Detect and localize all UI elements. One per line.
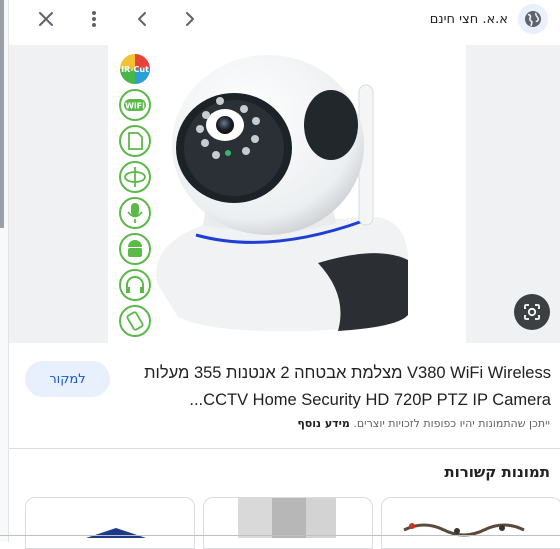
result-title[interactable]: V380 WiFi Wireless מצלמת אבטחה 2 אנטנות … <box>118 360 551 414</box>
chevron-right-icon <box>186 12 194 26</box>
wifi-icon: WiFi <box>119 89 151 121</box>
headphones-icon <box>119 269 151 301</box>
more-vert-icon <box>92 11 96 27</box>
source-site[interactable]: א.א. חצי חינם <box>430 3 548 35</box>
notice-text: ייתכן שהתמונות יהיו כפופות לזכויות יוצרי… <box>353 417 550 430</box>
image-preview-area: IR-Cut WiFi <box>9 45 560 343</box>
related-image-thumb <box>403 523 525 537</box>
close-icon <box>39 12 53 26</box>
bottom-border <box>0 535 560 536</box>
copyright-notice: ייתכן שהתמונות יהיו כפופות לזכויות יוצרי… <box>297 417 550 430</box>
related-image-card[interactable] <box>25 497 195 549</box>
related-images-heading: תמונות קשורות <box>444 463 550 481</box>
rotate-icon <box>119 161 151 193</box>
previous-button[interactable] <box>127 4 157 34</box>
ir-cut-label: IR-Cut <box>121 65 149 74</box>
next-button[interactable] <box>175 4 205 34</box>
section-divider <box>9 448 560 449</box>
result-title-block: V380 WiFi Wireless מצלמת אבטחה 2 אנטנות … <box>118 360 551 414</box>
related-image-thumb <box>238 498 336 538</box>
learn-more-link[interactable]: מידע נוסף <box>297 417 349 430</box>
phone-rotate-icon <box>119 305 151 337</box>
left-scroll-edge <box>0 0 9 542</box>
sd-card-icon <box>119 125 151 157</box>
top-bar: א.א. חצי חינם <box>0 0 560 38</box>
product-image[interactable]: IR-Cut WiFi <box>108 45 466 343</box>
related-image-card[interactable] <box>203 497 373 549</box>
ir-cut-icon: IR-Cut <box>120 54 150 84</box>
close-button[interactable] <box>31 4 61 34</box>
globe-icon <box>525 11 541 27</box>
lens-icon <box>524 304 540 320</box>
camera-illustration: IR-Cut WiFi <box>119 54 408 337</box>
visit-button[interactable]: למקור <box>25 361 110 397</box>
android-icon <box>119 233 151 265</box>
site-name: א.א. חצי חינם <box>429 11 508 27</box>
related-image-card[interactable] <box>381 497 560 549</box>
related-image-thumb <box>86 528 146 538</box>
site-avatar <box>518 4 548 34</box>
more-options-button[interactable] <box>79 4 109 34</box>
wifi-label: WiFi <box>125 102 145 111</box>
chevron-left-icon <box>138 12 146 26</box>
microphone-icon <box>119 197 151 229</box>
lens-search-button[interactable] <box>514 294 550 330</box>
feature-icons: IR-Cut WiFi <box>119 54 151 337</box>
